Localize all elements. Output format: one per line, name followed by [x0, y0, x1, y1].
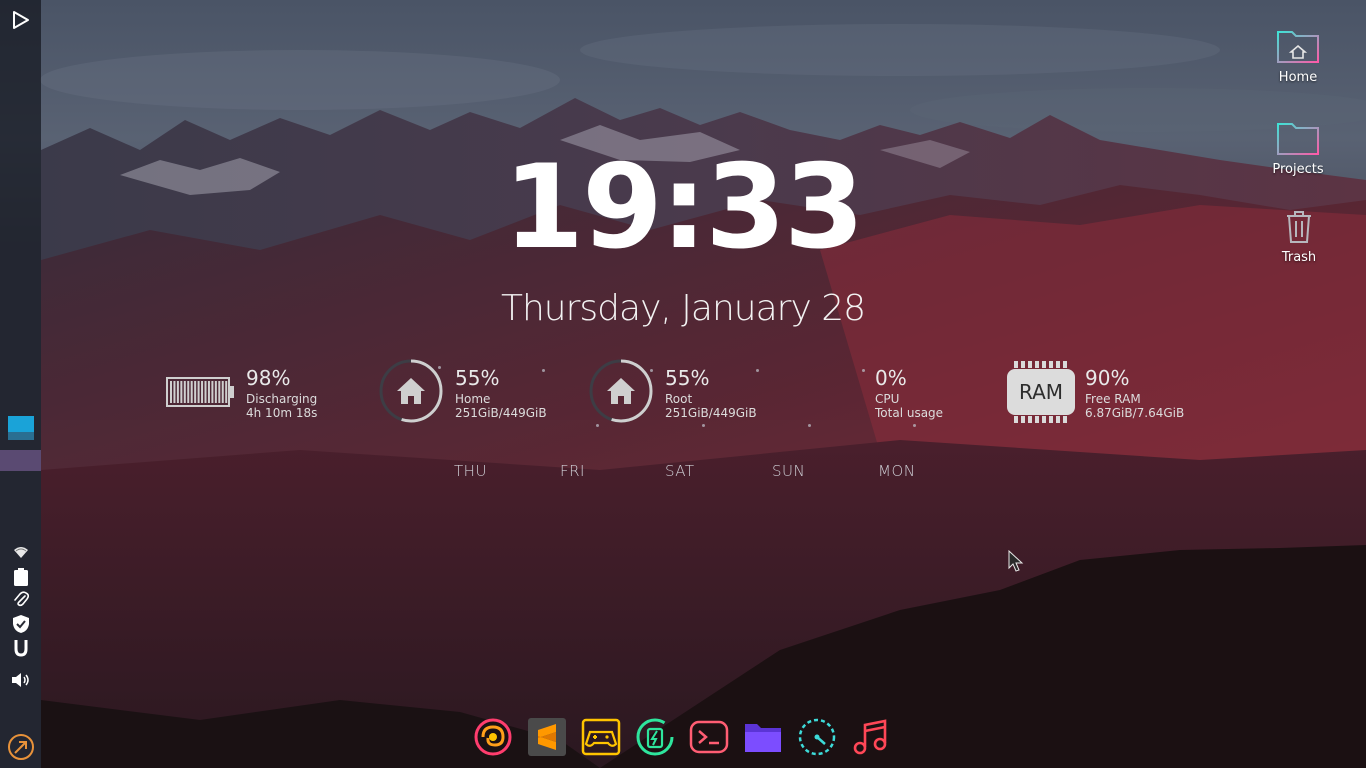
battery-level-bar — [207, 381, 210, 403]
battery-widget: 98% Discharging 4h 10m 18s — [166, 364, 366, 424]
ram-chip-icon: RAM — [1006, 360, 1076, 424]
dock-game-tool[interactable] — [578, 714, 624, 760]
cpu-name: CPU — [875, 392, 900, 406]
battery-status: Discharging — [246, 392, 318, 406]
gauge-dot — [756, 369, 759, 372]
root-disk-gauge-icon — [588, 358, 654, 428]
gamepad-icon — [581, 718, 621, 756]
battery-level-bar — [190, 381, 193, 403]
battery-level-bar — [194, 381, 197, 403]
left-panel — [0, 0, 41, 768]
workspace-2[interactable] — [0, 450, 41, 471]
battery-level-bar — [170, 381, 172, 403]
desktop-icon-home[interactable]: Home — [1258, 28, 1338, 85]
gauge-dot — [702, 424, 705, 427]
battery-percent: 98% — [246, 366, 291, 390]
ram-name: Free RAM — [1085, 392, 1141, 406]
trash-icon — [1287, 211, 1311, 243]
battery-level-bar — [225, 381, 228, 403]
ram-percent: 90% — [1085, 366, 1130, 390]
terminal-icon — [689, 720, 729, 754]
disk-home-widget: 55% Home 251GiB/449GiB — [378, 358, 578, 428]
root-disk-percent: 55% — [665, 366, 710, 390]
clock-time: 19:33 — [503, 140, 864, 275]
gauge-dot — [596, 424, 599, 427]
battery-level-bar — [201, 381, 204, 403]
gauge-dot — [913, 424, 916, 427]
folder-purple-icon — [745, 724, 781, 752]
dock-music[interactable] — [848, 714, 894, 760]
root-disk-name: Root — [665, 392, 693, 406]
battery-level-bar — [173, 381, 176, 403]
gauge-dot — [862, 369, 865, 372]
battery-level-bar — [176, 381, 179, 403]
battery-level-bar — [187, 381, 190, 403]
battery-level-bar — [204, 381, 207, 403]
desktop-icon-projects[interactable]: Projects — [1258, 120, 1338, 177]
dock-firefox-nightly[interactable] — [470, 714, 516, 760]
home-disk-percent: 55% — [455, 366, 500, 390]
dock-system-monitor[interactable] — [794, 714, 840, 760]
battery-level-bar — [214, 381, 217, 403]
dock-sublime-text[interactable] — [524, 714, 570, 760]
dock-terminal[interactable] — [686, 714, 732, 760]
forecast-day-mon: MON — [878, 462, 916, 480]
home-disk-usage: 251GiB/449GiB — [455, 406, 547, 420]
ram-usage: 6.87GiB/7.64GiB — [1085, 406, 1185, 420]
root-disk-usage: 251GiB/449GiB — [665, 406, 757, 420]
ram-chip-label: RAM — [1018, 380, 1064, 404]
desktop-icon-home-label: Home — [1278, 70, 1318, 85]
battery-level-bar — [180, 381, 183, 403]
play-launcher-icon[interactable] — [0, 8, 41, 32]
home-folder-icon — [1277, 31, 1319, 63]
clipboard-icon[interactable] — [0, 566, 41, 588]
cpu-percent: 0% — [875, 366, 907, 390]
battery-remaining: 4h 10m 18s — [246, 406, 318, 420]
forecast-day-sun: SUN — [772, 462, 806, 480]
clock-date: Thursday, January 28 — [500, 288, 866, 329]
folder-icon — [1277, 123, 1319, 155]
dock — [470, 714, 900, 760]
battery-level-bar — [221, 381, 224, 403]
wifi-icon[interactable] — [0, 543, 41, 561]
battery-level-bar — [197, 381, 200, 403]
music-note-icon — [853, 719, 887, 755]
dock-files[interactable] — [740, 714, 786, 760]
browser-swirl-icon — [474, 718, 512, 756]
speedometer-icon — [798, 718, 836, 756]
dock-power-stats[interactable] — [632, 714, 678, 760]
desktop-icon-trash[interactable]: Trash — [1259, 208, 1339, 265]
volume-icon[interactable] — [0, 670, 41, 690]
ram-widget: RAM 90% Free RAM 6.87GiB/7.64GiB — [1006, 360, 1206, 426]
desktop-icon-projects-label: Projects — [1272, 162, 1324, 177]
desktop-icon-trash-label: Trash — [1281, 250, 1317, 265]
cpu-widget: 0% CPU Total usage — [875, 364, 995, 424]
forecast-day-thu: THU — [454, 462, 487, 480]
gauge-dot — [438, 366, 441, 369]
forecast-day-sat: SAT — [665, 462, 695, 480]
forecast-day-fri: FRI — [560, 462, 585, 480]
battery-circle-icon — [636, 718, 674, 756]
battery-level-bar — [218, 381, 221, 403]
gauge-dot — [650, 369, 653, 372]
home-disk-name: Home — [455, 392, 491, 406]
home-disk-gauge-icon — [378, 358, 444, 428]
cpu-detail: Total usage — [875, 406, 944, 420]
sublime-text-icon — [528, 718, 566, 756]
paperclip-icon[interactable] — [0, 590, 41, 610]
gauge-dot — [808, 424, 811, 427]
mouse-cursor-icon — [1008, 550, 1024, 572]
shield-icon[interactable] — [0, 613, 41, 635]
battery-level-bar — [211, 381, 214, 403]
gauge-dot — [542, 369, 545, 372]
power-arrow-icon[interactable] — [0, 733, 41, 761]
magnet-icon[interactable] — [0, 638, 41, 658]
workspace-1[interactable] — [0, 416, 41, 440]
battery-level-bar — [183, 381, 186, 403]
battery-icon — [166, 376, 236, 412]
